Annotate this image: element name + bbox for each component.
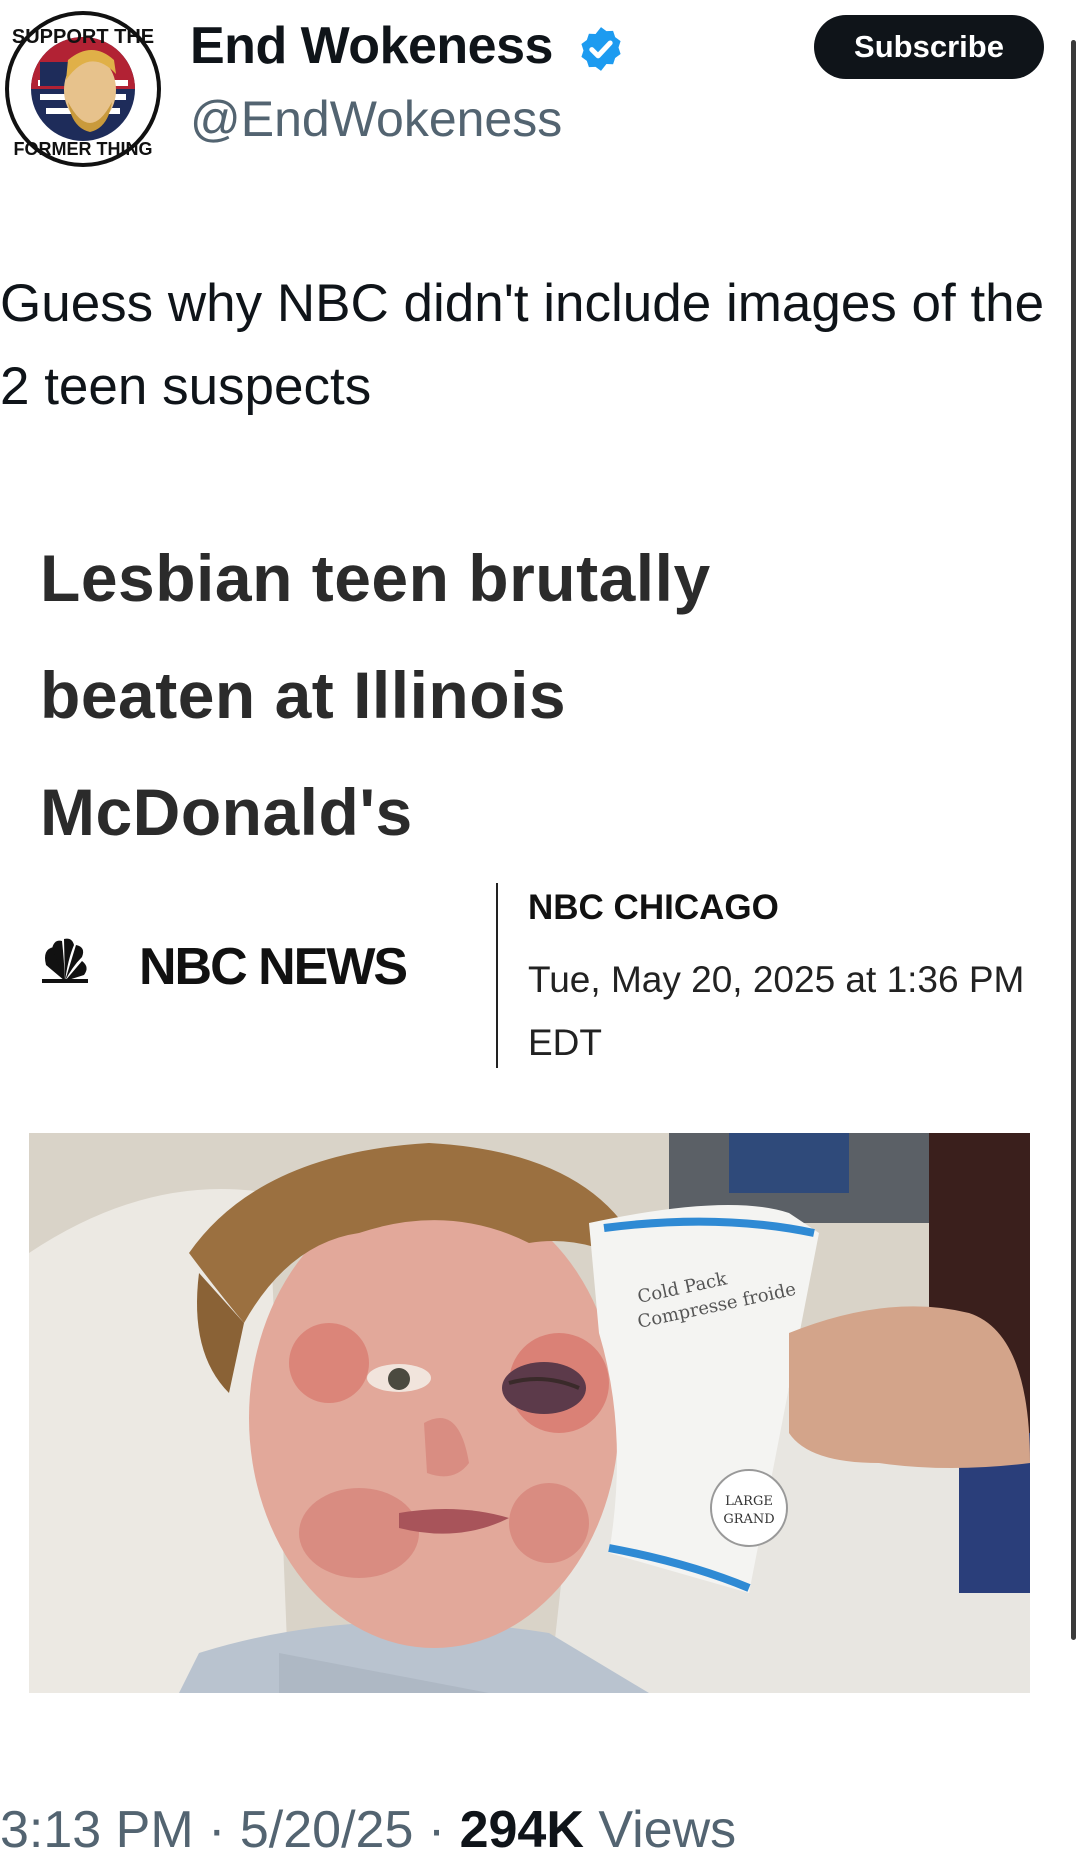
tweet-date[interactable]: 5/20/25 [240,1801,414,1859]
views-label: Views [598,1801,737,1859]
nbc-peacock-icon [42,938,88,983]
author-handle[interactable]: @EndWokeness [190,90,562,148]
hospital-patient-photo: Cold Pack Compresse froide LARGE GRAND [29,1133,1030,1693]
display-name[interactable]: End Wokeness [190,16,553,76]
tweet-text: Guess why NBC didn't include images of t… [0,274,1045,416]
view-count: 294K [459,1801,584,1859]
avatar[interactable]: SUPPORT THE FORMER THING [0,10,166,168]
tweet-time[interactable]: 3:13 PM [0,1801,194,1859]
article-source: NBC CHICAGO [528,888,779,927]
svg-text:GRAND: GRAND [723,1512,774,1527]
meta-separator: · [208,1801,240,1859]
verified-badge-icon [581,27,621,71]
article-datetime: Tue, May 20, 2025 at 1:36 PM EDT [528,959,1025,1063]
subscribe-button[interactable]: Subscribe [814,15,1044,79]
meta-separator: · [427,1801,460,1859]
publisher-name: NBC NEWS [139,938,408,996]
tweet-meta: 3:13 PM · 5/20/25 · 294K Views [0,1800,736,1860]
scrollbar[interactable] [1071,40,1076,1640]
article-divider [496,883,498,1068]
svg-text:SUPPORT THE: SUPPORT THE [12,26,154,48]
i-support-the-former-thing-badge-icon: SUPPORT THE FORMER THING [5,11,161,167]
article-photo[interactable]: Cold Pack Compresse froide LARGE GRAND [29,1133,1030,1693]
svg-text:FORMER THING: FORMER THING [14,139,153,159]
article-headline: Lesbian teen brutally beaten at Illinois… [40,541,711,849]
svg-text:LARGE: LARGE [725,1494,773,1509]
